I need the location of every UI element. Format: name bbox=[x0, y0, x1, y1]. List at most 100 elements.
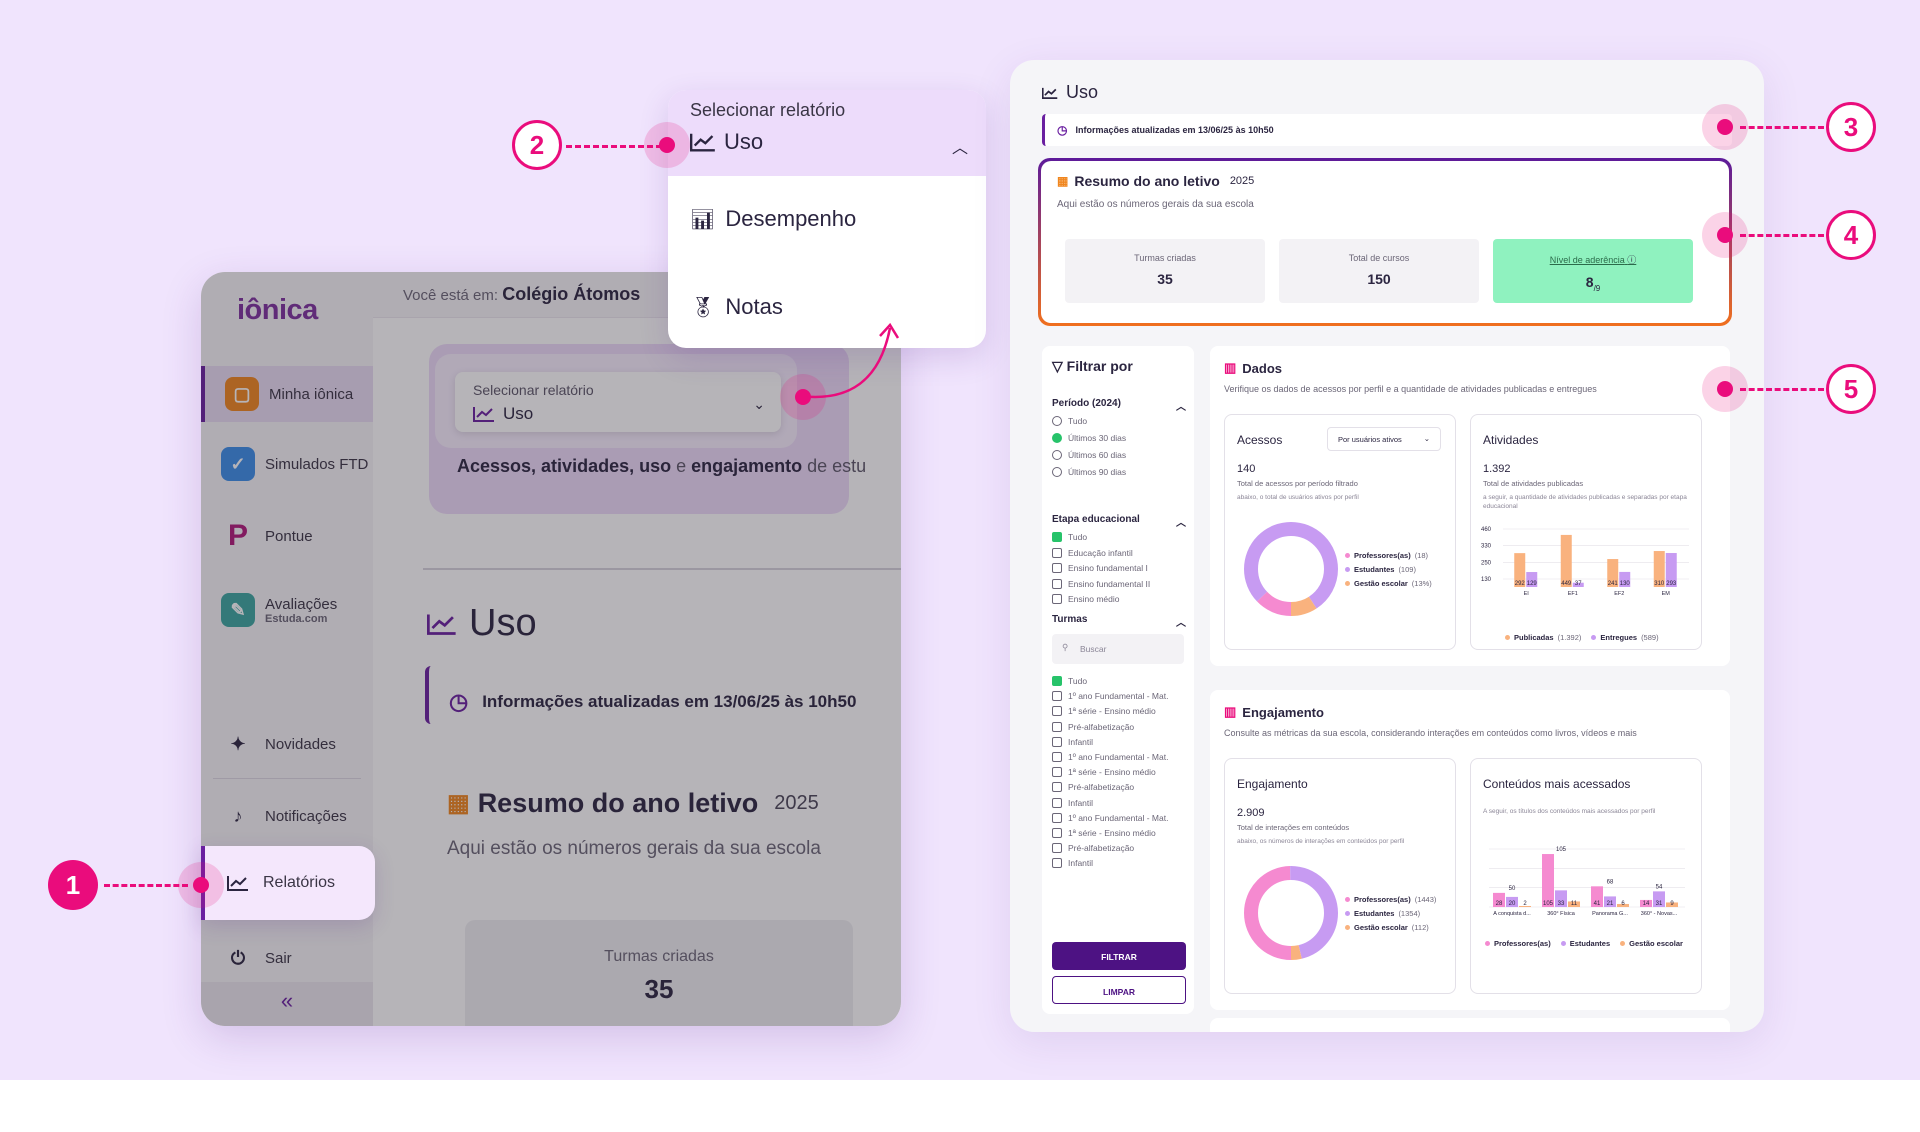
legend-label: Professores(as) bbox=[1354, 551, 1411, 560]
sidebar-item-sair[interactable]: ⏻ Sair bbox=[201, 930, 373, 986]
checkbox[interactable] bbox=[1052, 858, 1062, 869]
collapse-sidebar-button[interactable]: « bbox=[201, 982, 373, 1026]
filter-checkbox-option[interactable]: Ensino fundamental I bbox=[1052, 563, 1148, 573]
atividades-legend: Publicadas (1.392) Entregues (589) bbox=[1505, 627, 1669, 645]
checkbox[interactable] bbox=[1052, 736, 1062, 747]
sidebar-item-sublabel: Estuda.com bbox=[265, 612, 328, 625]
filter-radio-option[interactable]: Últimos 60 dias bbox=[1052, 450, 1126, 460]
filter-checkbox-option[interactable]: Pré-alfabetização bbox=[1052, 782, 1134, 793]
filter-checkbox-option[interactable]: Infantil bbox=[1052, 858, 1093, 869]
legend-value: (589) bbox=[1641, 633, 1659, 642]
filter-checkbox-option[interactable]: 1º ano Fundamental - Mat. bbox=[1052, 752, 1168, 762]
sidebar-item-novidades[interactable]: ✦ Novidades bbox=[201, 716, 373, 772]
filter-checkbox-option[interactable]: 1º ano Fundamental - Mat. bbox=[1052, 691, 1168, 702]
filter-title-text: Filtrar por bbox=[1066, 358, 1133, 374]
chart-line-icon bbox=[1042, 87, 1058, 99]
summary-card-inner: ▦ Resumo do ano letivo 2025 Aqui estão o… bbox=[1041, 161, 1729, 323]
chevron-up-icon: ︿ bbox=[1176, 518, 1186, 529]
chevron-up-icon: ︿ bbox=[1176, 402, 1186, 413]
filter-checkbox-option[interactable]: Pré-alfabetização bbox=[1052, 843, 1134, 854]
option-label: Tudo bbox=[1068, 532, 1088, 542]
radio-button[interactable] bbox=[1052, 416, 1062, 426]
checkbox[interactable] bbox=[1052, 782, 1062, 793]
acessos-card: Acessos Por usuários ativos ⌄ 140 Total d… bbox=[1224, 414, 1456, 650]
bar-chart-icon: ▥ bbox=[1224, 360, 1237, 375]
dropdown-option-desempenho[interactable]: 📊︎ Desempenho bbox=[690, 206, 856, 232]
checkbox[interactable] bbox=[1052, 843, 1062, 854]
filter-section-etapa[interactable]: Etapa educacional ︿ bbox=[1052, 514, 1186, 529]
summary-year: 2025 bbox=[1229, 175, 1255, 187]
dados-title-text: Dados bbox=[1242, 360, 1283, 376]
x-tick-label: EM bbox=[1662, 591, 1671, 597]
checkbox[interactable] bbox=[1052, 594, 1062, 604]
filter-section-turmas[interactable]: Turmas ︿ bbox=[1052, 614, 1186, 629]
radio-button[interactable] bbox=[1052, 467, 1062, 477]
radio-button[interactable] bbox=[1052, 450, 1062, 460]
stat-label: Nível de aderência bbox=[1549, 255, 1625, 265]
info-icon[interactable]: ⓘ bbox=[1627, 255, 1636, 265]
annotation-marker bbox=[780, 374, 826, 420]
filter-checkbox-option[interactable]: 1º ano Fundamental - Mat. bbox=[1052, 812, 1168, 823]
checkbox[interactable] bbox=[1052, 676, 1062, 686]
checkbox[interactable] bbox=[1052, 532, 1062, 542]
checkbox[interactable] bbox=[1052, 563, 1062, 573]
filter-radio-option[interactable]: Tudo bbox=[1052, 416, 1087, 426]
checkbox[interactable] bbox=[1052, 812, 1062, 823]
card-sub: Total de atividades publicadas bbox=[1483, 479, 1584, 488]
checkbox[interactable] bbox=[1052, 706, 1062, 717]
report-selector[interactable]: Selecionar relatório Uso ⌄ bbox=[455, 372, 781, 432]
dashboard-title: Uso bbox=[1042, 82, 1098, 103]
dropdown-option-notas[interactable]: 🏅︎ Notas bbox=[690, 294, 783, 320]
filter-checkbox-option[interactable]: Tudo bbox=[1052, 532, 1087, 542]
sidebar-item-minha-ionica[interactable]: ▢ Minha iônica bbox=[201, 366, 373, 422]
update-info-text: Informações atualizadas em 13/06/25 às 1… bbox=[1075, 125, 1274, 135]
checkbox[interactable] bbox=[1052, 721, 1062, 732]
filter-checkbox-option[interactable]: Educação infantil bbox=[1052, 547, 1133, 558]
filter-button[interactable]: FILTRAR bbox=[1052, 942, 1186, 970]
report-dropdown-header[interactable]: Selecionar relatório Uso ︿ bbox=[668, 90, 986, 176]
filter-checkbox-option[interactable]: 1ª série - Ensino médio bbox=[1052, 767, 1156, 778]
sidebar-item-avaliacoes[interactable]: ✎ Avaliações Estuda.com bbox=[201, 578, 373, 642]
bar-value-label: 28 bbox=[1496, 901, 1503, 907]
turmas-search-input[interactable]: ⚲ Buscar bbox=[1052, 634, 1184, 664]
annotation-badge-1: 1 bbox=[48, 860, 98, 910]
card-title: Atividades bbox=[1483, 433, 1539, 447]
sidebar-item-pontue[interactable]: P Pontue bbox=[201, 508, 373, 564]
option-label: Últimos 60 dias bbox=[1068, 450, 1127, 460]
sidebar-item-notificacoes[interactable]: ♪ Notificações bbox=[201, 788, 373, 844]
sidebar-item-relatorios[interactable]: Relatórios bbox=[201, 846, 375, 920]
filter-checkbox-option[interactable]: Tudo bbox=[1052, 676, 1087, 686]
dropdown-value: Por usuários ativos bbox=[1338, 435, 1402, 444]
checkbox[interactable] bbox=[1052, 547, 1062, 558]
filter-checkbox-option[interactable]: Pré-alfabetização bbox=[1052, 721, 1134, 732]
filter-checkbox-option[interactable]: Infantil bbox=[1052, 797, 1094, 808]
summary-card: ▦ Resumo do ano letivo 2025 Aqui estão o… bbox=[425, 744, 901, 1026]
chevron-up-icon: ︿ bbox=[1176, 618, 1186, 629]
filter-checkbox-option[interactable]: 1ª série - Ensino médio bbox=[1052, 828, 1156, 838]
sidebar-divider bbox=[213, 778, 361, 779]
filter-radio-option[interactable]: Últimos 30 dias bbox=[1052, 433, 1126, 443]
bar-value-label: 292 bbox=[1515, 581, 1526, 587]
checkbox[interactable] bbox=[1052, 797, 1062, 808]
stat-nivel-aderencia[interactable]: Nível de aderência ⓘ 8/9 bbox=[1493, 239, 1693, 303]
filter-checkbox-option[interactable]: Ensino médio bbox=[1052, 594, 1120, 604]
legend-swatch bbox=[1591, 635, 1597, 640]
option-label: Tudo bbox=[1068, 416, 1088, 426]
checkmark-icon: ✓ bbox=[221, 447, 255, 481]
acessos-filter-dropdown[interactable]: Por usuários ativos ⌄ bbox=[1327, 427, 1441, 451]
filter-checkbox-option[interactable]: 1ª série - Ensino médio bbox=[1052, 706, 1156, 717]
sidebar-item-simulados[interactable]: ✓ Simulados FTD bbox=[201, 436, 373, 492]
checkbox[interactable] bbox=[1052, 752, 1062, 762]
checkbox[interactable] bbox=[1052, 767, 1062, 778]
filter-section-periodo[interactable]: Período (2024) ︿ bbox=[1052, 398, 1186, 413]
checkbox[interactable] bbox=[1052, 691, 1062, 702]
checkbox[interactable] bbox=[1052, 828, 1062, 838]
filter-checkbox-option[interactable]: Infantil bbox=[1052, 736, 1093, 747]
filter-radio-option[interactable]: Últimos 90 dias bbox=[1052, 467, 1126, 477]
filter-checkbox-option[interactable]: Ensino fundamental II bbox=[1052, 578, 1150, 589]
sidebar-item-label: Avaliações bbox=[265, 595, 338, 613]
clear-button[interactable]: LIMPAR bbox=[1052, 976, 1186, 1004]
checkbox[interactable] bbox=[1052, 578, 1062, 589]
option-label: Infantil bbox=[1068, 797, 1094, 808]
radio-button[interactable] bbox=[1052, 433, 1062, 443]
